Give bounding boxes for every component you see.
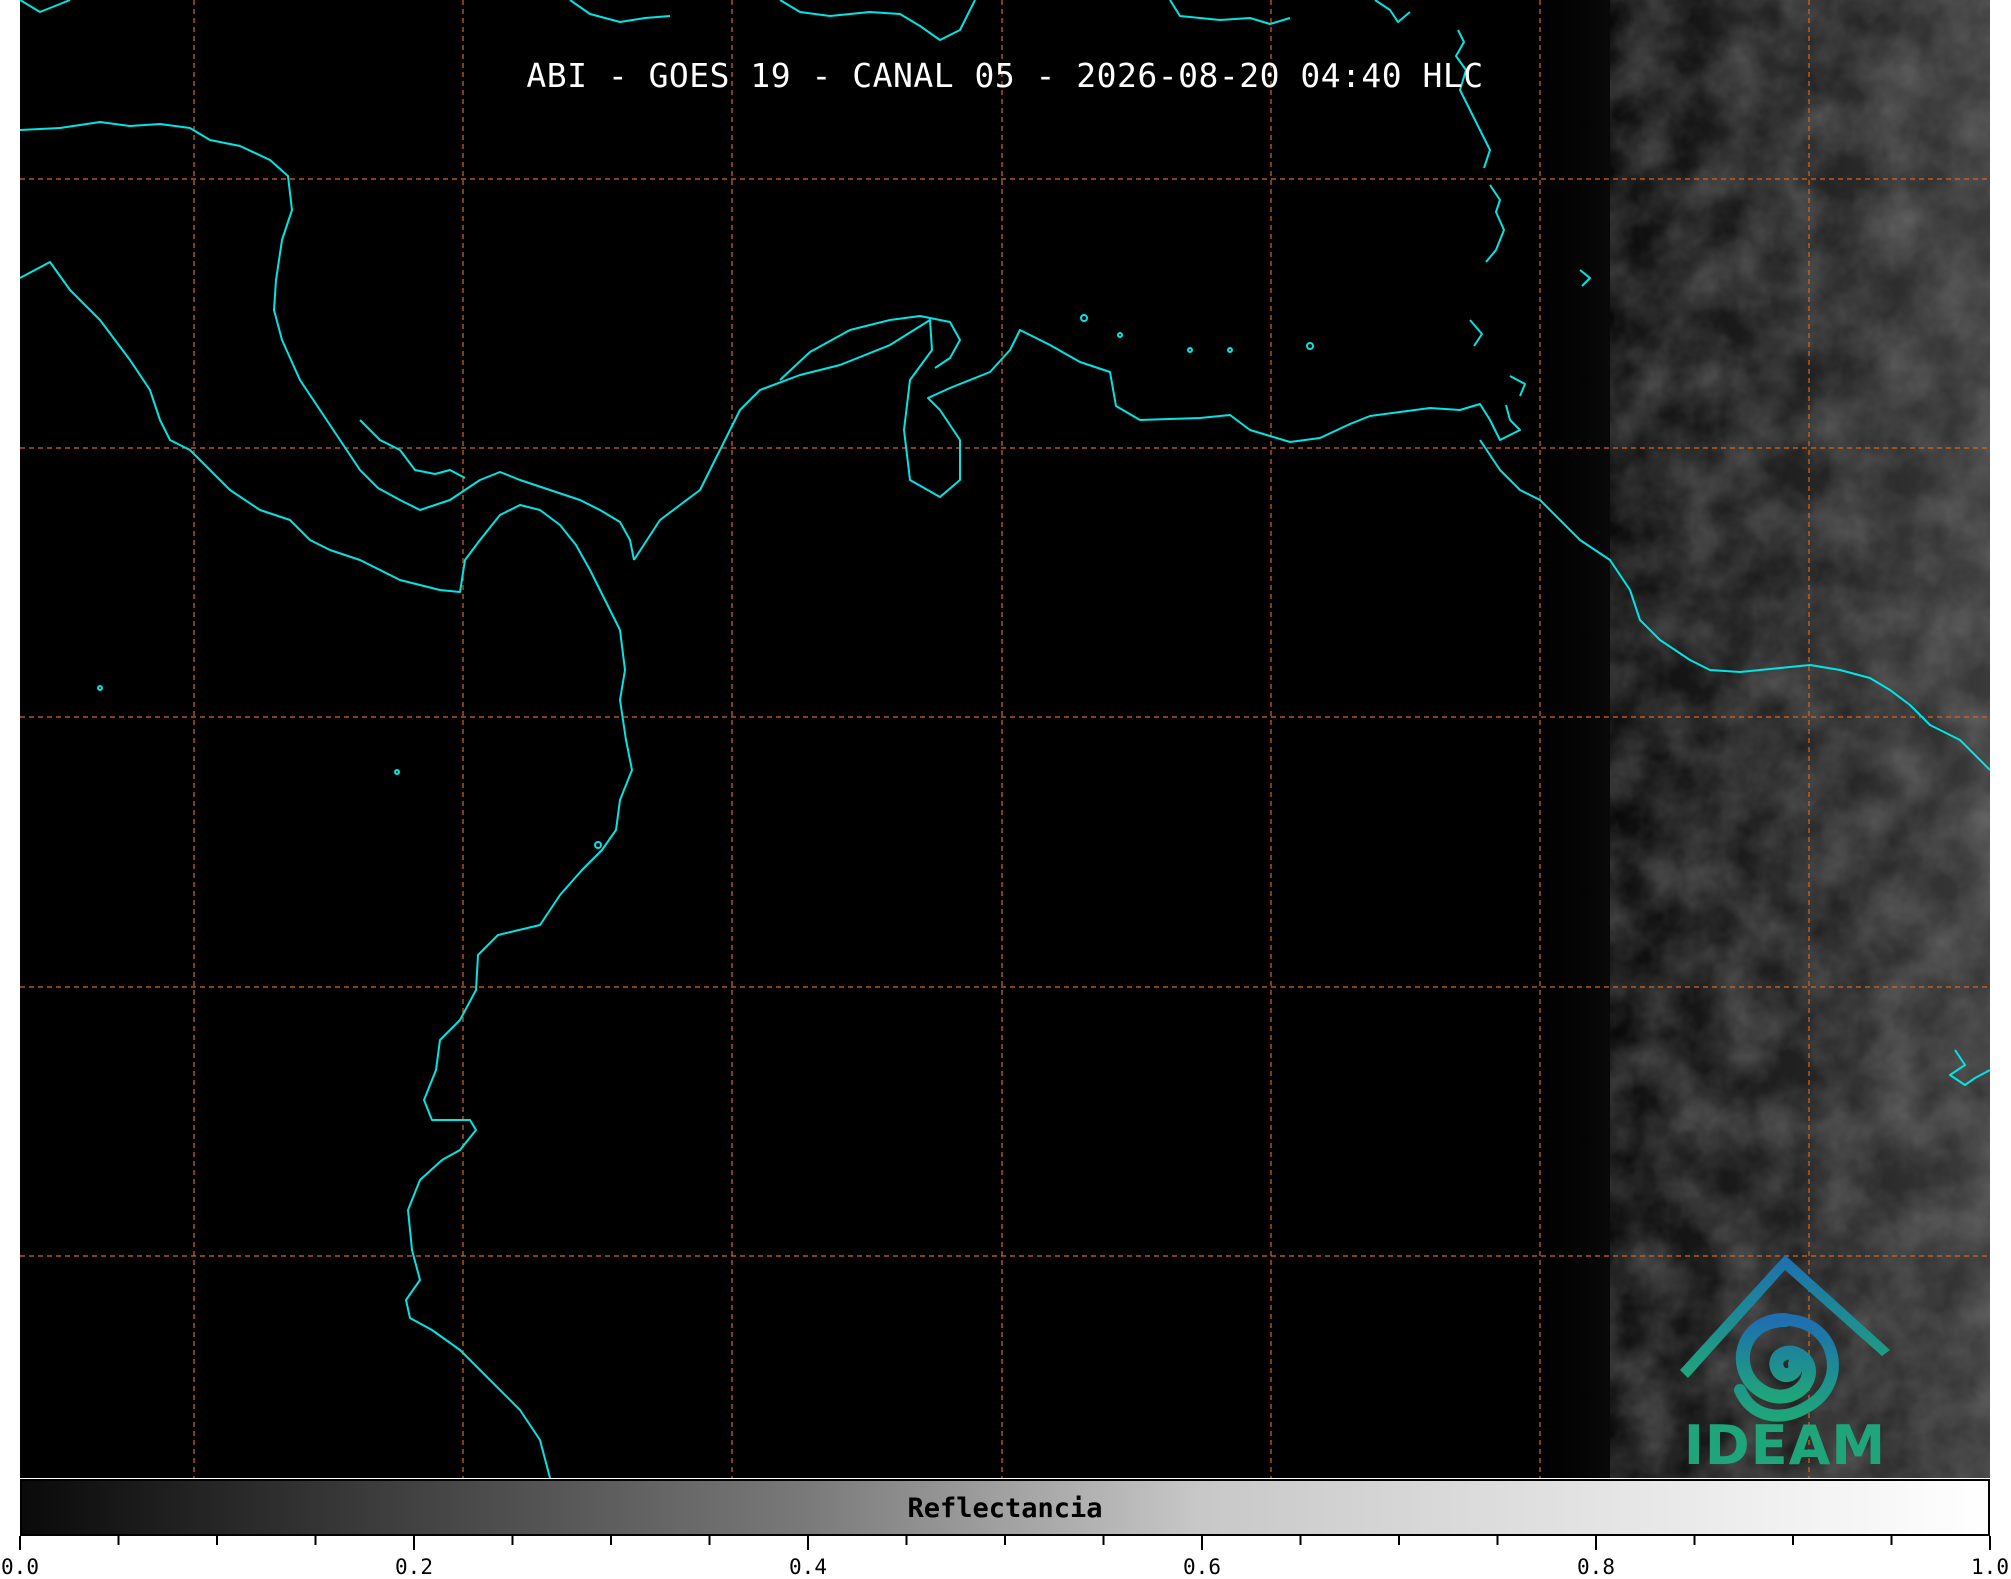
coastline-small-island-c (1469, 319, 1483, 347)
colorbar-ticks: 0.0 0.2 0.4 0.6 0.8 1.0 (0, 1536, 2011, 1579)
colorbar-label: Reflectancia (907, 1493, 1103, 1524)
coastline-island-1 (569, 0, 671, 23)
coastline-island-4 (1374, 0, 1411, 23)
coastline-central-america (20, 121, 635, 561)
tick-label-1: 0.2 (395, 1555, 433, 1579)
coastline-top-left (20, 0, 71, 13)
tick-label-0: 0.0 (1, 1555, 39, 1579)
satellite-map-panel: ABI - GOES 19 - CANAL 05 - 2026-08-20 04… (20, 0, 1990, 1478)
tick-label-5: 1.0 (1971, 1555, 2009, 1579)
coastline-island-3 (1169, 0, 1291, 25)
island-specks (97, 314, 1314, 849)
coastline-caribbean-south-america (633, 319, 1521, 561)
map-title: ABI - GOES 19 - CANAL 05 - 2026-08-20 04… (526, 56, 1484, 95)
coastline-colombia-pacific (405, 629, 633, 1478)
coastline-central-america-pacific (20, 261, 621, 631)
coastline-small-island-a (1455, 29, 1491, 169)
colorbar: Reflectancia (20, 1479, 1990, 1536)
coastline-small-island-b (1485, 184, 1505, 263)
tick-label-3: 0.6 (1183, 1555, 1221, 1579)
tick-label-4: 0.8 (1577, 1555, 1615, 1579)
colorbar-tick-marks (19, 1536, 1991, 1550)
coastline-guajira (779, 315, 961, 381)
coastline-panama-bay (359, 419, 466, 479)
ideam-logo-text: IDEAM (1683, 1414, 1887, 1477)
coastline-island-2 (779, 0, 976, 41)
tick-label-2: 0.4 (789, 1555, 827, 1579)
